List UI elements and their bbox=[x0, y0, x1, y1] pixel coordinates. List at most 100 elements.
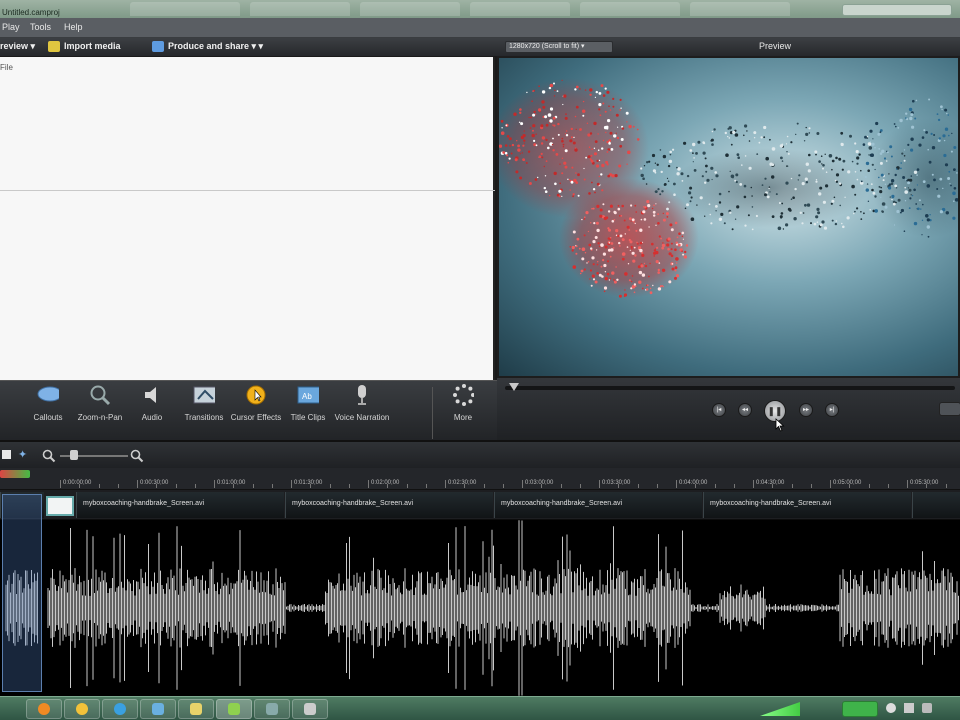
callouts-button[interactable]: Callouts bbox=[22, 381, 74, 441]
app-taskbar-button[interactable] bbox=[64, 699, 100, 719]
timeline-clip[interactable]: myboxcoaching-handbrake_Screen.avi bbox=[76, 492, 284, 518]
particle bbox=[869, 153, 873, 157]
app-taskbar-button[interactable] bbox=[140, 699, 176, 719]
seek-handle[interactable] bbox=[509, 383, 519, 391]
skip-back-icon[interactable]: |◂ bbox=[712, 403, 726, 417]
particle bbox=[718, 201, 722, 204]
particle bbox=[591, 148, 593, 150]
particle bbox=[502, 151, 506, 154]
fast-forward-icon[interactable]: ▸▸ bbox=[799, 403, 813, 417]
particle bbox=[628, 124, 632, 129]
particle bbox=[504, 144, 508, 147]
particle bbox=[771, 147, 776, 151]
timeline-clip[interactable]: myboxcoaching-handbrake_Screen.avi bbox=[285, 492, 493, 518]
particle bbox=[947, 114, 950, 116]
particle bbox=[908, 107, 913, 112]
audio-waveform[interactable] bbox=[0, 520, 960, 696]
particle bbox=[840, 142, 844, 147]
tray-icon[interactable] bbox=[922, 703, 932, 713]
particle bbox=[684, 250, 687, 254]
tray-icon[interactable] bbox=[886, 703, 896, 713]
particle bbox=[705, 170, 708, 173]
clip-bin[interactable]: File bbox=[0, 57, 495, 380]
selection-highlight[interactable] bbox=[2, 494, 42, 692]
menu-help[interactable]: Help bbox=[64, 22, 83, 32]
playhead[interactable] bbox=[0, 470, 30, 478]
zoom-in-icon[interactable] bbox=[130, 449, 144, 463]
zoom-n-pan-button[interactable]: Zoom-n-Pan bbox=[74, 381, 126, 441]
view-button[interactable]: review ▾ bbox=[0, 41, 35, 52]
app-taskbar-button[interactable] bbox=[292, 699, 328, 719]
firefox-taskbar-button[interactable] bbox=[26, 699, 62, 719]
rewind-icon[interactable]: ◂◂ bbox=[738, 403, 752, 417]
voice-narration-button[interactable]: Voice Narration bbox=[334, 381, 390, 441]
particle bbox=[689, 186, 693, 190]
clip-thumbnail[interactable] bbox=[46, 496, 74, 516]
more-button[interactable]: More bbox=[437, 381, 489, 441]
camtasia-taskbar-button[interactable] bbox=[216, 699, 252, 719]
particle bbox=[594, 140, 598, 143]
timeline-ruler[interactable]: 0:00:00;00 0:00:30;00 0:01:00;00 0:01:30;00… bbox=[0, 468, 960, 490]
particle bbox=[674, 221, 678, 225]
particle bbox=[596, 263, 599, 266]
skip-forward-icon[interactable]: ▸| bbox=[825, 403, 839, 417]
particle bbox=[671, 263, 674, 265]
particle bbox=[626, 121, 628, 123]
particle bbox=[750, 186, 753, 189]
particle bbox=[728, 190, 730, 193]
cursor-effects-button[interactable]: Cursor Effects bbox=[230, 381, 282, 441]
preview-size-dropdown[interactable]: 1280x720 (Scroll to fit) ▾ bbox=[505, 41, 613, 53]
timeline-clip[interactable]: myboxcoaching-handbrake_Screen.avi bbox=[703, 492, 911, 518]
particle bbox=[868, 146, 873, 150]
app-taskbar-button[interactable] bbox=[254, 699, 290, 719]
fullscreen-button[interactable] bbox=[939, 402, 960, 416]
menu-play[interactable]: Play bbox=[2, 22, 20, 32]
particle bbox=[604, 276, 608, 281]
particle bbox=[549, 83, 554, 88]
particle bbox=[657, 213, 659, 216]
menu-tools[interactable]: Tools bbox=[30, 22, 51, 32]
particle bbox=[640, 173, 644, 178]
track-toggle-icon[interactable] bbox=[2, 450, 11, 459]
add-icon[interactable]: ✦ bbox=[18, 448, 27, 461]
particle bbox=[599, 208, 603, 212]
particle bbox=[807, 169, 811, 173]
particle bbox=[818, 192, 822, 196]
particle bbox=[504, 151, 508, 155]
ruler-label: 0:01:30;00 bbox=[294, 480, 323, 486]
battery-icon[interactable] bbox=[842, 701, 878, 717]
title-clips-button[interactable]: Ab Title Clips bbox=[282, 381, 334, 441]
particle bbox=[666, 207, 669, 211]
particle bbox=[604, 110, 607, 113]
particle bbox=[879, 152, 883, 155]
particle bbox=[849, 134, 852, 138]
timeline-clip[interactable] bbox=[912, 492, 960, 518]
ruler-minor-tick bbox=[887, 484, 889, 488]
zoom-out-icon[interactable] bbox=[42, 449, 56, 463]
particle bbox=[956, 172, 958, 174]
particle bbox=[618, 164, 622, 168]
transitions-button[interactable]: Transitions bbox=[178, 381, 230, 441]
particle bbox=[589, 93, 592, 96]
app-taskbar-button[interactable] bbox=[178, 699, 214, 719]
ruler-tick bbox=[753, 480, 754, 488]
particle bbox=[884, 183, 887, 185]
particle bbox=[828, 154, 833, 158]
ie-taskbar-button[interactable] bbox=[102, 699, 138, 719]
particle bbox=[559, 182, 561, 185]
import-media-button[interactable]: Import media bbox=[64, 41, 121, 51]
zoom-slider-handle[interactable] bbox=[70, 450, 78, 460]
timeline-clip[interactable]: myboxcoaching-handbrake_Screen.avi bbox=[494, 492, 702, 518]
particle bbox=[547, 113, 552, 117]
particle bbox=[516, 140, 518, 142]
particle bbox=[630, 204, 633, 207]
particle bbox=[810, 222, 812, 225]
tray-icon[interactable] bbox=[904, 703, 914, 713]
produce-and-share-button[interactable]: Produce and share ▾ ▾ bbox=[168, 41, 263, 52]
seek-bar[interactable] bbox=[505, 383, 955, 391]
particle bbox=[696, 204, 698, 206]
particle bbox=[926, 184, 931, 188]
particle bbox=[878, 148, 881, 150]
restore-button[interactable] bbox=[842, 4, 952, 16]
audio-button[interactable]: Audio bbox=[126, 381, 178, 441]
